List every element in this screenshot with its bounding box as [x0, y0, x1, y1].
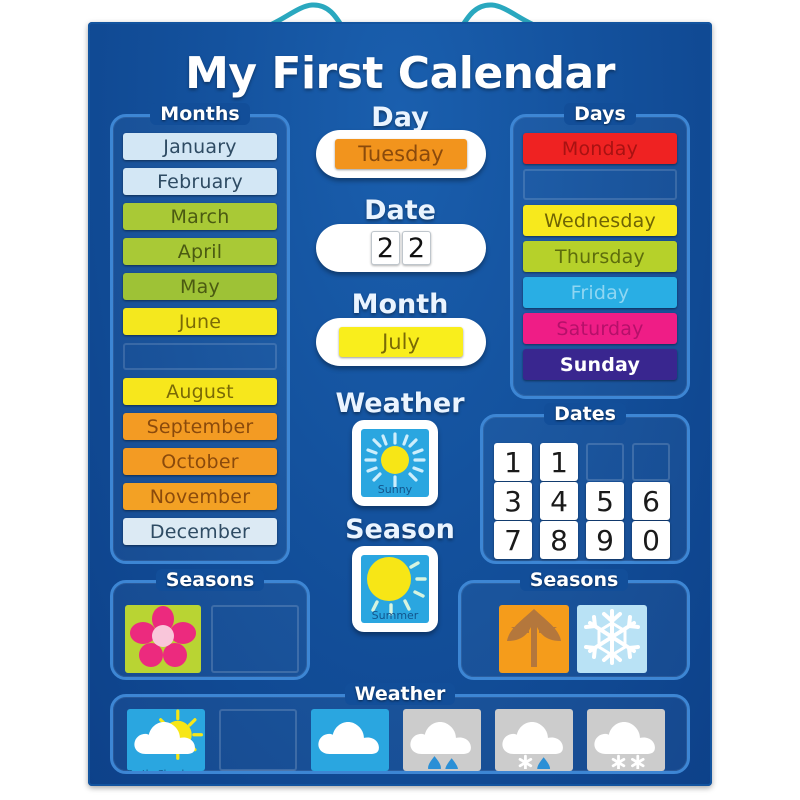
leaf-icon: [507, 609, 561, 667]
seasons-right-panel-title-text: Seasons: [519, 569, 629, 591]
page-title: My First Calendar: [185, 48, 615, 99]
weather-slot-caption: Rain: [403, 769, 481, 771]
sunny-card[interactable]: Sunny: [361, 429, 429, 497]
cloud-icon: [318, 721, 379, 754]
weather-panel-title-text: Weather: [344, 683, 456, 705]
day-tile-label: Monday: [561, 137, 639, 160]
month-slot-empty[interactable]: [123, 343, 277, 370]
day-label: Day: [371, 102, 429, 133]
summer-card[interactable]: Summer: [361, 555, 429, 623]
weather-slot[interactable]: Snow: [587, 709, 665, 771]
seasons-right-panel: Seasons Autumn: [458, 569, 690, 680]
flower-icon: [130, 606, 196, 667]
month-value-text: July: [382, 330, 420, 354]
month-tile-label: January: [163, 135, 237, 158]
day-value-tile[interactable]: Tuesday: [335, 139, 467, 169]
season-slot-autumn[interactable]: Autumn: [499, 605, 569, 673]
month-tile[interactable]: October: [123, 448, 277, 475]
weather-slot[interactable]: Sleet: [495, 709, 573, 771]
month-holder: July: [316, 318, 486, 366]
month-tile-label: April: [177, 240, 223, 263]
weather-slot[interactable]: Partly Cloudy: [127, 709, 205, 771]
weather-slot-empty[interactable]: [219, 709, 297, 771]
date-cell[interactable]: 0: [632, 521, 670, 559]
date-digit-tile[interactable]: 2: [402, 231, 431, 265]
summer-card-caption: Summer: [371, 609, 419, 622]
day-value-text: Tuesday: [358, 142, 444, 166]
sun-behind-cloud-icon: [134, 709, 203, 760]
seasons-left-panel: Seasons Spring: [110, 569, 310, 680]
date-cell[interactable]: 9: [586, 521, 624, 559]
season-selected-frame: Summer: [352, 546, 438, 632]
date-cell[interactable]: 1: [494, 443, 532, 481]
sleet-cloud-icon: [502, 721, 563, 769]
date-cell-empty[interactable]: [632, 443, 670, 481]
weather-slot-caption: Snow: [587, 769, 665, 771]
weather-slot-caption: Cloudy: [311, 769, 389, 771]
sunny-card-caption: Sunny: [377, 483, 413, 496]
season-slot-winter[interactable]: Winter: [577, 605, 647, 673]
weather-slot[interactable]: Cloudy: [311, 709, 389, 771]
weather-slot-caption: Sleet: [495, 769, 573, 771]
seasons-right-panel-title: Seasons: [461, 569, 687, 591]
month-label: Month: [351, 289, 449, 320]
calendar-screenshot: My First Calendar Months January February…: [0, 0, 800, 800]
calendar-board: My First Calendar Months January February…: [88, 22, 712, 786]
month-tile-label: February: [157, 170, 243, 193]
month-tile-label: November: [149, 485, 251, 508]
months-panel: Months January February March April May June A…: [110, 103, 290, 564]
month-tile[interactable]: February: [123, 168, 277, 195]
weather-panel: Weather Partly Cloudy Cloudy Rain Sleet Snow: [110, 683, 690, 774]
weather-panel-title: Weather: [113, 683, 687, 705]
date-label: Date: [364, 195, 436, 226]
day-tile[interactable]: Thursday: [523, 241, 677, 272]
date-digit-tile[interactable]: 2: [371, 231, 400, 265]
days-panel: Days Monday Wednesday Thursday Friday Saturd…: [510, 103, 690, 399]
date-cell-empty[interactable]: [586, 443, 624, 481]
seasons-left-panel-title: Seasons: [113, 569, 307, 591]
month-tile[interactable]: April: [123, 238, 277, 265]
weather-selected-frame: Sunny: [352, 420, 438, 506]
weather-slot-caption: Partly Cloudy: [127, 769, 205, 771]
day-tile-label: Thursday: [555, 245, 645, 268]
season-slot-spring[interactable]: Spring: [125, 605, 201, 673]
date-cell[interactable]: 4: [540, 482, 578, 520]
date-cell[interactable]: 3: [494, 482, 532, 520]
date-cell[interactable]: 7: [494, 521, 532, 559]
dates-panel: Dates 1134567890: [480, 403, 690, 564]
month-tile-label: October: [161, 450, 239, 473]
date-cell[interactable]: 6: [632, 482, 670, 520]
rain-cloud-icon: [410, 721, 471, 769]
day-tile-label: Sunday: [559, 353, 641, 376]
day-tile[interactable]: Monday: [523, 133, 677, 164]
snow-cloud-icon: [594, 721, 655, 769]
season-slot-empty[interactable]: [211, 605, 299, 673]
date-holder: 2 2: [316, 224, 486, 272]
day-tile[interactable]: Sunday: [523, 349, 677, 380]
day-holder: Tuesday: [316, 130, 486, 178]
month-tile[interactable]: November: [123, 483, 277, 510]
date-cell[interactable]: 1: [540, 443, 578, 481]
month-tile[interactable]: January: [123, 133, 277, 160]
day-tile-label: Saturday: [556, 317, 644, 340]
snowflake-icon: [584, 609, 640, 665]
date-cell[interactable]: 8: [540, 521, 578, 559]
month-value-tile[interactable]: July: [339, 327, 463, 357]
date-cell[interactable]: 5: [586, 482, 624, 520]
seasons-left-panel-title-text: Seasons: [155, 569, 265, 591]
weather-slot[interactable]: Rain: [403, 709, 481, 771]
